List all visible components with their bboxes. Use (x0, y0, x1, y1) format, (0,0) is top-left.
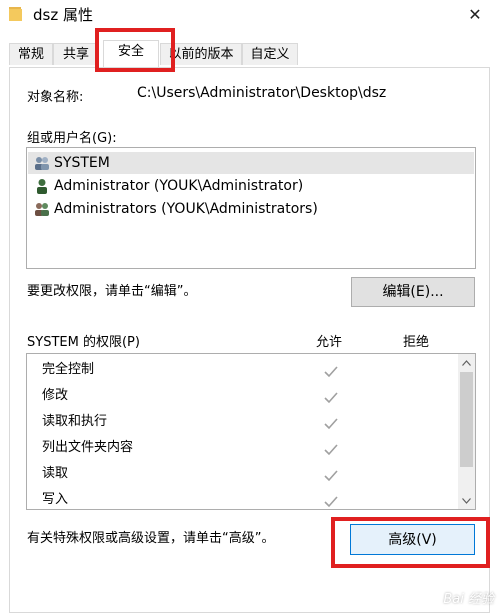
groups-label: 组或用户名(G): (27, 131, 117, 146)
permission-name: 读取和执行 (42, 414, 108, 429)
permission-name: 列出文件夹内容 (42, 440, 134, 455)
tab-security[interactable]: 安全 (103, 40, 159, 67)
permission-name: 写入 (42, 492, 69, 507)
chevron-down-icon (462, 493, 471, 508)
list-item-label: Administrators (YOUK\Administrators) (54, 201, 318, 217)
users-group-icon (33, 155, 51, 171)
list-item-label: SYSTEM (54, 155, 110, 171)
tab-label: 常规 (17, 47, 44, 62)
list-item-system[interactable]: SYSTEM (28, 152, 474, 174)
tab-label: 安全 (117, 44, 144, 59)
list-item-administrator[interactable]: Administrator (YOUK\Administrator) (28, 175, 474, 197)
list-item-label: Administrator (YOUK\Administrator) (54, 178, 304, 194)
permission-name: 读取 (42, 466, 69, 481)
allow-header: 允许 (316, 335, 343, 350)
tab-strip: 常规 共享 安全 以前的版本 自定义 (0, 40, 500, 68)
users-group-icon (33, 201, 51, 217)
close-button[interactable]: ✕ (460, 0, 490, 28)
tab-customize[interactable]: 自定义 (242, 43, 298, 65)
tab-general[interactable]: 常规 (9, 43, 53, 65)
check-icon (323, 493, 339, 509)
tab-sharing[interactable]: 共享 (53, 43, 99, 65)
tab-label: 以前的版本 (168, 47, 234, 62)
scroll-up-button[interactable] (458, 354, 475, 371)
user-icon (33, 178, 51, 194)
close-icon: ✕ (468, 4, 482, 24)
deny-header: 拒绝 (403, 335, 430, 350)
object-name-value: C:\Users\Administrator\Desktop\dsz (137, 85, 387, 101)
edit-hint: 要更改权限，请单击“编辑”。 (27, 284, 197, 299)
permission-name: 完全控制 (42, 362, 95, 377)
window-title: dsz 属性 (33, 6, 93, 24)
advanced-button[interactable]: 高级(V) (350, 524, 475, 555)
title-bar: dsz 属性 ✕ (0, 0, 500, 30)
permissions-list[interactable]: 完全控制 修改 读取和执行 列出文件夹内容 读取 写入 (26, 353, 476, 510)
scroll-down-button[interactable] (458, 492, 475, 509)
users-listbox[interactable]: SYSTEM Administrator (YOUK\Administrator… (26, 147, 476, 269)
edit-button[interactable]: 编辑(E)... (351, 277, 475, 307)
advanced-hint: 有关特殊权限或高级设置，请单击“高级”。 (27, 531, 275, 546)
tab-previous-versions[interactable]: 以前的版本 (160, 43, 242, 65)
permission-row: 读取 (27, 461, 457, 487)
object-name-label: 对象名称: (27, 90, 84, 105)
permission-row: 修改 (27, 383, 457, 409)
chevron-up-icon (462, 355, 471, 370)
permission-row: 列出文件夹内容 (27, 435, 457, 461)
permission-name: 修改 (42, 388, 69, 403)
list-item-administrators[interactable]: Administrators (YOUK\Administrators) (28, 198, 474, 220)
permission-row: 完全控制 (27, 357, 457, 383)
tab-label: 共享 (62, 47, 89, 62)
scroll-thumb[interactable] (460, 372, 473, 467)
folder-icon (9, 6, 23, 26)
permission-row: 写入 (27, 487, 457, 509)
permissions-scrollbar[interactable] (458, 354, 475, 509)
watermark: Bai 经验 (443, 592, 494, 607)
tab-label: 自定义 (250, 47, 290, 62)
permission-row: 读取和执行 (27, 409, 457, 435)
permissions-label: SYSTEM 的权限(P) (27, 335, 140, 350)
